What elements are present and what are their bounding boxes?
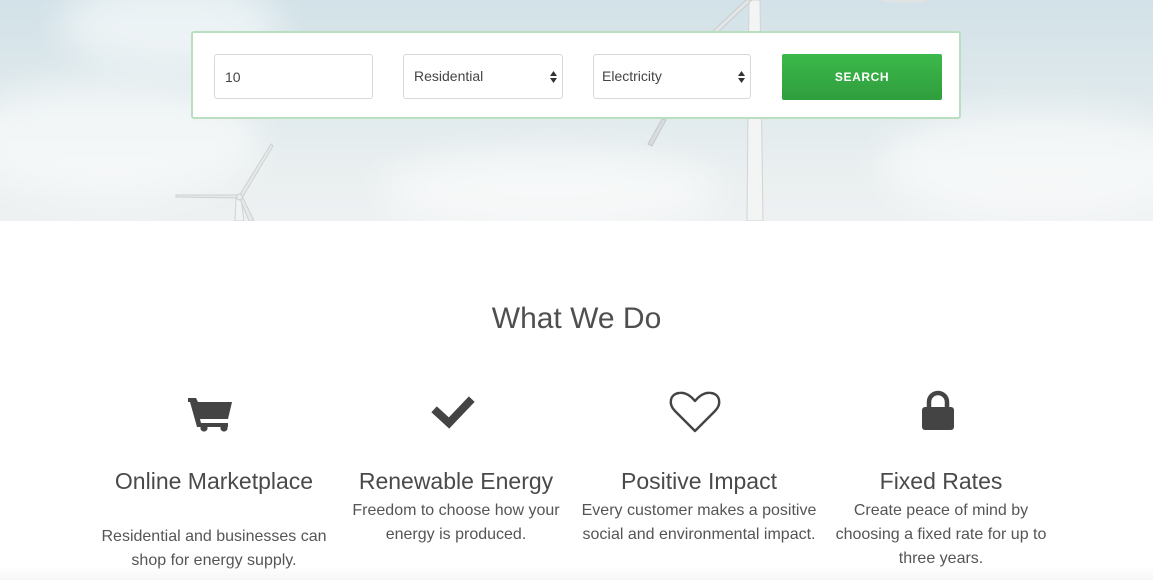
feature-title: Online Marketplace [114, 468, 314, 494]
feature-description: Create peace of mind by choosing a fixed… [835, 502, 1047, 567]
zip-code-input[interactable] [214, 54, 373, 99]
heart-icon [669, 391, 721, 433]
select-arrows-icon [550, 71, 557, 83]
search-panel: Residential Electricity SEARCH [191, 31, 961, 119]
feature-title: Fixed Rates [879, 468, 1003, 494]
hero-banner: Residential Electricity SEARCH [0, 0, 1153, 221]
customer-type-select[interactable]: Residential [403, 54, 563, 99]
checkmark-icon [431, 396, 475, 429]
select-arrows-icon [738, 71, 745, 83]
customer-type-selected-value: Residential [414, 68, 484, 84]
feature-title: Renewable Energy [358, 468, 554, 494]
section-title: What We Do [491, 302, 662, 335]
search-button[interactable]: SEARCH [782, 54, 942, 100]
feature-title: Positive Impact [621, 468, 777, 494]
utility-select[interactable]: Electricity [593, 54, 751, 99]
bottom-fade [0, 566, 1153, 580]
feature-description: Freedom to choose how your energy is pro… [352, 502, 560, 543]
feature-description: Every customer makes a positive social a… [581, 502, 817, 543]
utility-selected-value: Electricity [602, 68, 662, 84]
shopping-cart-icon [188, 398, 232, 432]
lock-icon [922, 390, 954, 430]
